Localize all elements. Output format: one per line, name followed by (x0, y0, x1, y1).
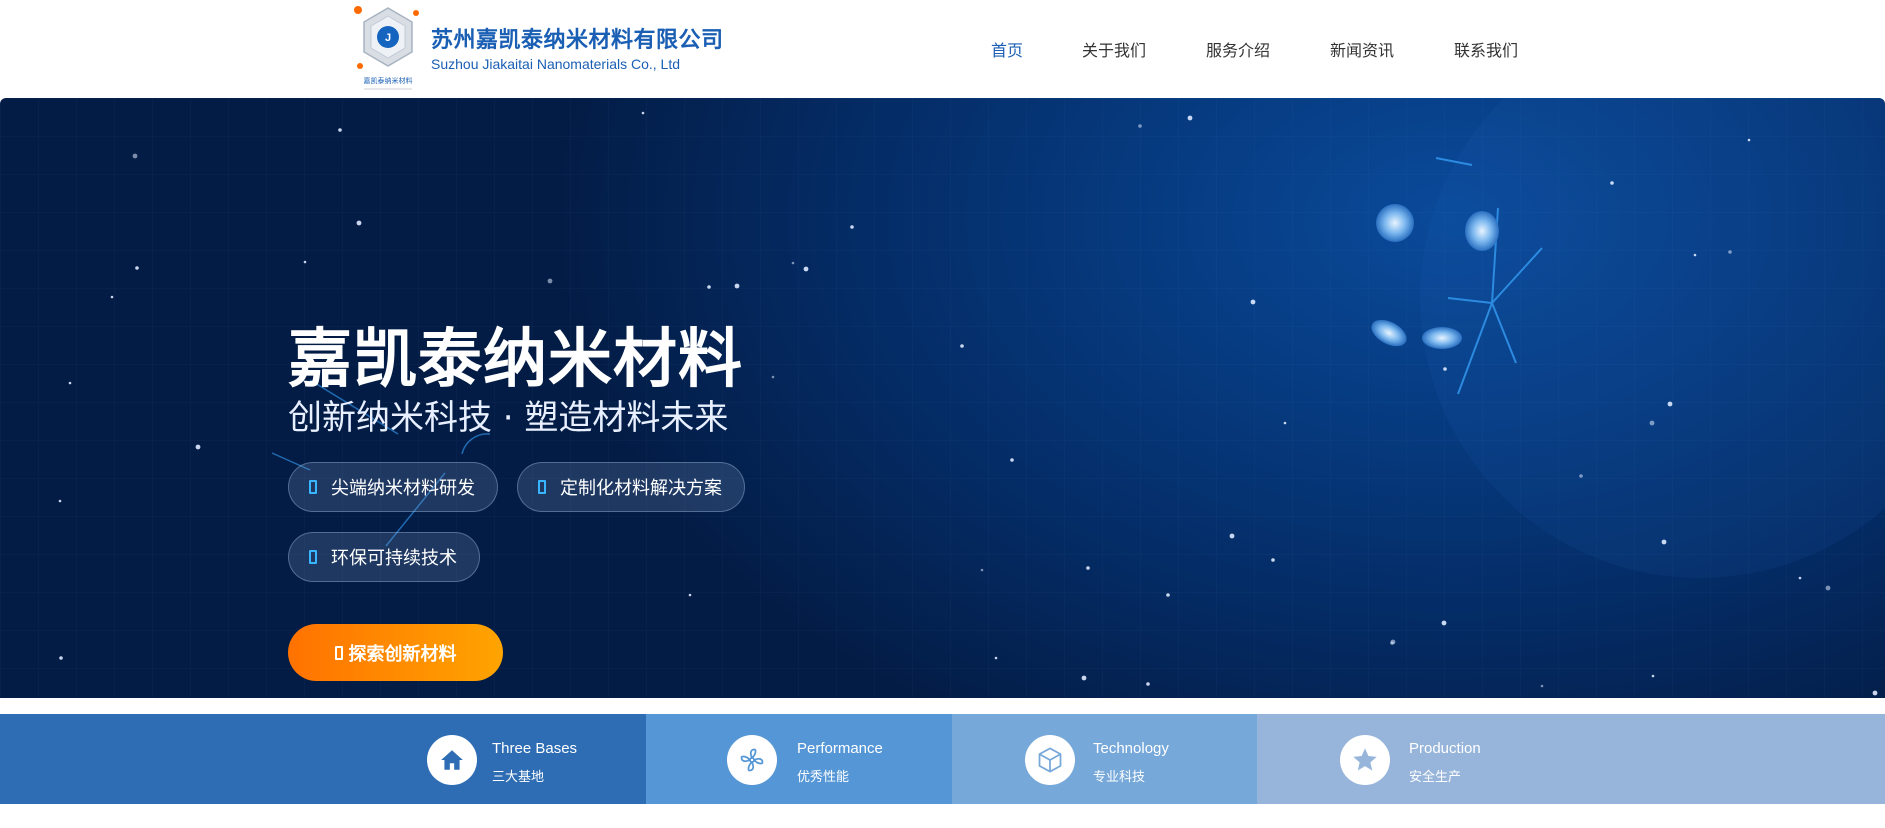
nav-item-news[interactable]: 新闻资讯 (1330, 37, 1394, 61)
star-dot (1728, 250, 1732, 254)
feature-title-cn: 优秀性能 (797, 770, 850, 785)
star-dot (1693, 253, 1697, 257)
star-dot (1283, 421, 1287, 425)
star-dot (1441, 620, 1447, 626)
star-dot (688, 593, 692, 597)
star-dot (59, 656, 63, 660)
star-dot (1798, 576, 1802, 580)
feature-title-en: Production (1409, 740, 1481, 757)
star-dot (994, 656, 998, 660)
star-dot (1138, 124, 1142, 128)
star-dot (850, 225, 854, 229)
star-dot (1872, 690, 1878, 696)
home-icon (427, 735, 477, 785)
star-dot (1390, 639, 1396, 645)
star-dot (1086, 566, 1090, 570)
feature-strip: Three Bases 三大基地 Performance 优秀性能 Techno… (0, 714, 1885, 804)
star-dot (641, 111, 645, 115)
feature-technology[interactable]: Technology 专业科技 (952, 714, 1257, 804)
star-dot (1667, 401, 1673, 407)
star-dot (1081, 675, 1087, 681)
star-dot (1166, 593, 1170, 597)
hero-subtitle: 创新纳米科技 · 塑造材料未来 (288, 398, 729, 438)
star-dot (68, 381, 72, 385)
star-dot (1443, 367, 1447, 371)
star-dot (132, 153, 138, 159)
star-dot (58, 499, 62, 503)
star-dot (1271, 558, 1275, 562)
explore-materials-button[interactable]: 探索创新材料 (288, 624, 503, 681)
star-dot (135, 266, 139, 270)
hero-title: 嘉凯泰纳米材料 (288, 323, 743, 397)
star-dot (791, 261, 795, 265)
nav-item-services[interactable]: 服务介绍 (1206, 37, 1270, 61)
nav-item-home[interactable]: 首页 (991, 37, 1023, 61)
star-dot (110, 295, 114, 299)
tag-custom-solutions[interactable]: 定制化材料解决方案 (517, 462, 745, 512)
star-dot (547, 278, 553, 284)
star-dot (803, 266, 809, 272)
hero-banner: 嘉凯泰纳米材料 创新纳米科技 · 塑造材料未来 尖端纳米材料研发 定制化材料解决… (0, 98, 1885, 698)
star-dot (356, 220, 362, 226)
tag-eco-tech[interactable]: 环保可持续技术 (288, 532, 480, 582)
star-dot (1610, 181, 1614, 185)
tag-icon (538, 480, 546, 494)
star-dot (1649, 420, 1655, 426)
feature-title-en: Technology (1093, 740, 1169, 757)
feature-performance[interactable]: Performance 优秀性能 (646, 714, 952, 804)
tag-label: 尖端纳米材料研发 (331, 478, 475, 499)
cube-icon (1025, 735, 1075, 785)
tag-label: 定制化材料解决方案 (560, 478, 722, 499)
feature-title-cn: 三大基地 (492, 770, 545, 785)
star-dot (303, 260, 307, 264)
star-dot (771, 375, 775, 379)
star-dot (338, 128, 342, 132)
star-dot (734, 283, 740, 289)
star-dot (1747, 138, 1751, 142)
tag-icon (309, 480, 317, 494)
star-dot (1825, 585, 1831, 591)
star-dot (707, 285, 711, 289)
star-dot (1250, 299, 1256, 305)
svg-text:嘉凯泰纳米材料: 嘉凯泰纳米材料 (364, 76, 413, 85)
feature-title-cn: 安全生产 (1409, 770, 1462, 785)
feature-three-bases[interactable]: Three Bases 三大基地 (0, 714, 646, 804)
main-nav: 首页 关于我们 服务介绍 新闻资讯 联系我们 (0, 37, 1885, 61)
hero-background-graphic (0, 98, 1885, 698)
star-icon (1340, 735, 1390, 785)
star-dot (1661, 539, 1667, 545)
feature-title-cn: 专业科技 (1093, 770, 1146, 785)
site-header: J 嘉凯泰纳米材料 苏州嘉凯泰纳米材料有限公司 Suzhou Jiakaitai… (0, 0, 1885, 98)
button-icon (334, 645, 343, 660)
star-dot (980, 568, 984, 572)
nav-item-contact[interactable]: 联系我们 (1454, 37, 1518, 61)
feature-production[interactable]: Production 安全生产 (1257, 714, 1885, 804)
nav-item-about[interactable]: 关于我们 (1082, 37, 1146, 61)
star-dot (195, 444, 201, 450)
star-dot (1229, 533, 1235, 539)
star-dot (1187, 115, 1193, 121)
tag-icon (309, 550, 317, 564)
tag-nano-research[interactable]: 尖端纳米材料研发 (288, 462, 498, 512)
feature-title-en: Three Bases (492, 740, 578, 757)
tag-label: 环保可持续技术 (331, 548, 457, 569)
star-dot (1651, 674, 1655, 678)
star-dot (1579, 474, 1583, 478)
cta-label: 探索创新材料 (348, 643, 457, 665)
star-dot (1540, 684, 1544, 688)
feature-title-en: Performance (797, 740, 883, 757)
star-dot (1010, 458, 1014, 462)
star-dot (960, 344, 964, 348)
star-dot (1146, 682, 1150, 686)
fan-icon (727, 735, 777, 785)
